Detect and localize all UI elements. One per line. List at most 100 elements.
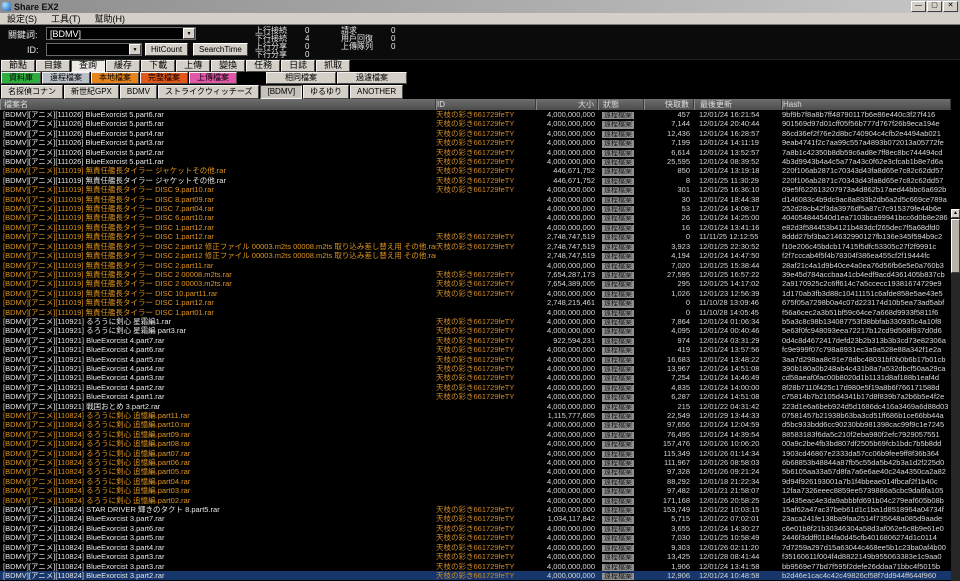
table-row[interactable]: [BDMV][アニメ][110824] BlueExorcist 3.part7… [0, 514, 951, 523]
tab-4[interactable]: 緩存 [106, 60, 140, 72]
table-row[interactable]: [BDMV][アニメ][110824] BlueExorcist 3.part2… [0, 571, 951, 580]
table-row[interactable]: [BDMV][アニメ][110824] BlueExorcist 3.part4… [0, 543, 951, 552]
table-row[interactable]: [BDMV][アニメ][111019] 無責任艦長タイラー DISC 1.par… [0, 298, 951, 307]
filter-button-7[interactable]: 過濾檔案 [337, 72, 407, 84]
tab-7[interactable]: 變換 [211, 60, 245, 72]
table-row[interactable]: [BDMV][アニメ][111019] 無責任艦長タイラー DISC 1.par… [0, 223, 951, 232]
scrollbar-thumb[interactable] [951, 219, 960, 273]
status-cell: 遠程檔案 [598, 439, 644, 448]
filter-button-4[interactable]: 完整檔案 [140, 72, 188, 84]
menu-settings[interactable]: 設定(S) [0, 13, 44, 25]
filter-button-2[interactable]: 遠程檔案 [42, 72, 90, 84]
table-row[interactable]: [BDMV][アニメ][110921] BlueExorcist 4.part5… [0, 355, 951, 364]
column-header-2[interactable]: ID [436, 99, 536, 110]
tab-2[interactable]: 目錄 [36, 60, 70, 72]
keyword-tab-2[interactable]: 新世紀GPX [64, 85, 119, 99]
keyword-tab-4[interactable]: ストライクウィッチーズ [158, 85, 259, 99]
table-row[interactable]: [BDMV][アニメ][110921] BlueExorcist 4.part7… [0, 336, 951, 345]
tab-10[interactable]: 抓取 [316, 60, 350, 72]
table-row[interactable]: [BDMV][アニメ][110921] BlueExorcist 4.part2… [0, 383, 951, 392]
table-row[interactable]: [BDMV][アニメ][110921] BlueExorcist 4.part4… [0, 364, 951, 373]
column-header-4[interactable]: 狀態 [598, 99, 644, 110]
table-row[interactable]: [BDMV][アニメ][111019] 無責任艦長タイラー DISC 2.par… [0, 242, 951, 251]
tab-6[interactable]: 上傳 [176, 60, 210, 72]
tab-9[interactable]: 日誌 [281, 60, 315, 72]
menu-tools[interactable]: 工具(T) [44, 13, 88, 25]
tab-3[interactable]: 查詢 [71, 60, 105, 72]
table-row[interactable]: [BDMV][アニメ][110824] BlueExorcist 3.part5… [0, 533, 951, 542]
searchtime-button[interactable]: SearchTime [193, 43, 248, 56]
table-row[interactable]: [BDMV][アニメ][111019] 無責任艦長タイラー DISC 6.par… [0, 213, 951, 222]
table-row[interactable]: [BDMV][アニメ][110824] るろうに剣心 追憶編.part09.ra… [0, 430, 951, 439]
table-row[interactable]: [BDMV][アニメ][110824] るろうに剣心 追憶編.part02.ra… [0, 496, 951, 505]
table-row[interactable]: [BDMV][アニメ][110824] るろうに剣心 追憶編.part08.ra… [0, 439, 951, 448]
table-row[interactable]: [BDMV][アニメ][110921] BlueExorcist 4.part6… [0, 345, 951, 354]
id-combobox[interactable]: ▼ [46, 43, 142, 56]
table-row[interactable]: [BDMV][アニメ][111026] BlueExorcist 5.part2… [0, 148, 951, 157]
table-row[interactable]: [BDMV][アニメ][110824] STAR DRIVER 輝きのタクト 8… [0, 505, 951, 514]
table-row[interactable]: [BDMV][アニメ][111019] 無責任艦長タイラー ジャケットその他.r… [0, 176, 951, 185]
keyword-tab-7[interactable]: ANOTHER [350, 85, 403, 99]
table-row[interactable]: [BDMV][アニメ][110824] BlueExorcist 3.part6… [0, 524, 951, 533]
table-row[interactable]: [BDMV][アニメ][110824] るろうに剣心 追憶編.part11.ra… [0, 411, 951, 420]
table-row[interactable]: [BDMV][アニメ][111026] BlueExorcist 5.part1… [0, 157, 951, 166]
keyword-tab-3[interactable]: BDMV [120, 85, 157, 99]
keyword-tab-5[interactable]: [BDMV] [260, 85, 302, 99]
menu-help[interactable]: 幫助(H) [88, 13, 133, 25]
table-row[interactable]: [BDMV][アニメ][110921] るろうに剣心 星霜編1.rar天枝の彩き… [0, 317, 951, 326]
table-row[interactable]: [BDMV][アニメ][111019] 無責任艦長タイラー DISC 8.par… [0, 195, 951, 204]
table-row[interactable]: [BDMV][アニメ][110824] るろうに剣心 追憶編.part07.ra… [0, 449, 951, 458]
table-row[interactable]: [BDMV][アニメ][111026] BlueExorcist 5.part5… [0, 119, 951, 128]
table-row[interactable]: [BDMV][アニメ][111019] 無責任艦長タイラー DISC 10.pa… [0, 289, 951, 298]
status-cell: 遠程檔案 [598, 467, 644, 476]
hitcount-button[interactable]: HitCount [145, 43, 188, 56]
keyword-combobox[interactable]: [BDMV] ▼ [46, 27, 196, 40]
filter-button-5[interactable]: 上傳檔案 [189, 72, 237, 84]
table-row[interactable]: [BDMV][アニメ][111019] 無責任艦長タイラー DISC 7.par… [0, 204, 951, 213]
vertical-scrollbar[interactable]: ▲ ▼ [951, 209, 960, 581]
status-cell: 遠程檔案 [598, 261, 644, 270]
table-row[interactable]: [BDMV][アニメ][110921] るろうに剣心 星霜編 part3.rar… [0, 326, 951, 335]
table-row[interactable]: [BDMV][アニメ][110921] BlueExorcist 4.part3… [0, 373, 951, 382]
table-row[interactable]: [BDMV][アニメ][111026] BlueExorcist 5.part4… [0, 129, 951, 138]
table-row[interactable]: [BDMV][アニメ][111026] BlueExorcist 5.part3… [0, 138, 951, 147]
keyword-dropdown-arrow-icon[interactable]: ▼ [183, 28, 195, 39]
table-row[interactable]: [BDMV][アニメ][110824] BlueExorcist 3.part3… [0, 562, 951, 571]
table-row[interactable]: [BDMV][アニメ][110921] 戦国おとめ 3.part2.rar4,0… [0, 402, 951, 411]
tab-8[interactable]: 任務 [246, 60, 280, 72]
table-row[interactable]: [BDMV][アニメ][111019] 無責任艦長タイラー DISC 2.par… [0, 251, 951, 260]
filter-button-6[interactable]: 相同檔案 [266, 72, 336, 84]
keyword-tab-6[interactable]: ゆるゆり [303, 85, 349, 99]
table-row[interactable]: [BDMV][アニメ][110921] BlueExorcist 4.part1… [0, 392, 951, 401]
size-cell: 4,000,000,000 [536, 505, 598, 514]
table-row[interactable]: [BDMV][アニメ][111019] 無責任艦長タイラー DISC 1.par… [0, 232, 951, 241]
table-row[interactable]: [BDMV][アニメ][110824] るろうに剣心 追憶編.part06.ra… [0, 458, 951, 467]
column-header-7[interactable]: Hash [782, 99, 951, 110]
table-row[interactable]: [BDMV][アニメ][110824] BlueExorcist 3.part3… [0, 552, 951, 561]
minimize-button[interactable]: — [911, 1, 926, 12]
filter-button-3[interactable]: 本地檔案 [91, 72, 139, 84]
tab-1[interactable]: 節點 [1, 60, 35, 72]
column-header-1[interactable]: 檔案名 [0, 99, 436, 110]
table-row[interactable]: [BDMV][アニメ][110824] るろうに剣心 追憶編.part10.ra… [0, 420, 951, 429]
id-dropdown-arrow-icon[interactable]: ▼ [129, 44, 141, 55]
keyword-tab-1[interactable]: 名探偵コナン [1, 85, 63, 99]
maximize-button[interactable]: ▢ [927, 1, 942, 12]
close-button[interactable]: ✕ [943, 1, 958, 12]
column-header-5[interactable]: 快取數 [644, 99, 694, 110]
table-row[interactable]: [BDMV][アニメ][110824] るろうに剣心 追憶編.part05.ra… [0, 467, 951, 476]
table-row[interactable]: [BDMV][アニメ][111019] 無責任艦長タイラー ジャケットその他.r… [0, 166, 951, 175]
scroll-up-button[interactable]: ▲ [951, 209, 960, 218]
table-row[interactable]: [BDMV][アニメ][111019] 無責任艦長タイラー DISC 1.par… [0, 308, 951, 317]
tab-5[interactable]: 下載 [141, 60, 175, 72]
table-row[interactable]: [BDMV][アニメ][110824] るろうに剣心 追憶編.part04.ra… [0, 477, 951, 486]
table-row[interactable]: [BDMV][アニメ][111019] 無責任艦長タイラー DISC 2 000… [0, 279, 951, 288]
table-row[interactable]: [BDMV][アニメ][111019] 無責任艦長タイラー DISC 9.par… [0, 185, 951, 194]
filter-button-1[interactable]: 資料庫 [1, 72, 41, 84]
table-row[interactable]: [BDMV][アニメ][111019] 無責任艦長タイラー DISC 2 000… [0, 270, 951, 279]
table-row[interactable]: [BDMV][アニメ][110824] るろうに剣心 追憶編.part03.ra… [0, 486, 951, 495]
column-header-3[interactable]: 大小 [536, 99, 598, 110]
column-header-6[interactable]: 最後更新 [694, 99, 782, 110]
table-row[interactable]: [BDMV][アニメ][111026] BlueExorcist 5.part6… [0, 110, 951, 119]
table-row[interactable]: [BDMV][アニメ][111019] 無責任艦長タイラー DISC 2.par… [0, 261, 951, 270]
